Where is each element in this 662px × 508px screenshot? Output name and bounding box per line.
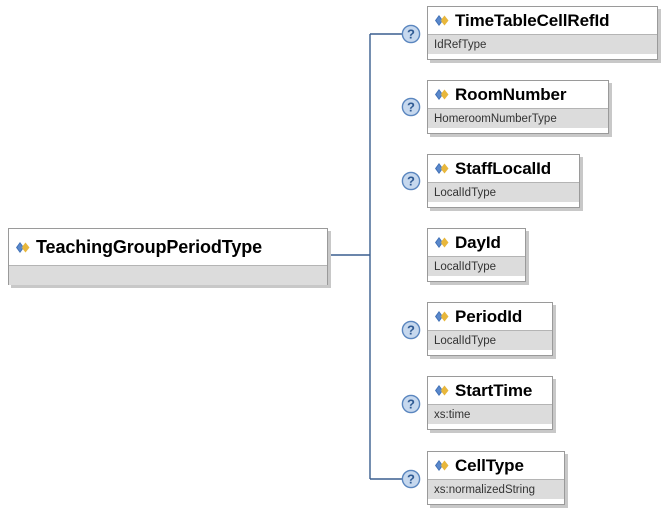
svg-text:?: ? — [407, 472, 415, 487]
child-element-node[interactable]: TimeTableCellRefId IdRefType — [427, 6, 658, 60]
root-element-name: TeachingGroupPeriodType — [36, 236, 263, 257]
root-element-type — [9, 265, 327, 285]
element-diamond-icon — [435, 311, 449, 322]
svg-text:?: ? — [407, 397, 415, 412]
svg-text:?: ? — [407, 100, 415, 115]
child-element-name: StaffLocalId — [455, 158, 552, 178]
child-element-type: xs:normalizedString — [428, 479, 564, 499]
child-element-header: PeriodId — [428, 303, 552, 330]
child-element-type: LocalIdType — [428, 182, 579, 202]
help-question-icon[interactable]: ? — [401, 320, 421, 340]
child-element-name: CellType — [455, 455, 524, 475]
child-element-type: IdRefType — [428, 34, 657, 54]
element-diamond-icon — [435, 385, 449, 396]
element-diamond-icon — [16, 241, 30, 253]
child-element-node[interactable]: StaffLocalId LocalIdType — [427, 154, 580, 208]
element-diamond-icon — [435, 89, 449, 100]
child-element-node[interactable]: StartTime xs:time — [427, 376, 553, 430]
child-element-node[interactable]: CellType xs:normalizedString — [427, 451, 565, 505]
child-element-node[interactable]: DayId LocalIdType — [427, 228, 526, 282]
child-element-header: DayId — [428, 229, 525, 256]
child-element-header: TimeTableCellRefId — [428, 7, 657, 34]
element-diamond-icon — [435, 15, 449, 26]
help-question-icon[interactable]: ? — [401, 97, 421, 117]
child-element-header: StaffLocalId — [428, 155, 579, 182]
element-diamond-icon — [435, 460, 449, 471]
element-diamond-icon — [435, 237, 449, 248]
child-element-name: PeriodId — [455, 306, 523, 326]
child-element-type: xs:time — [428, 404, 552, 424]
root-element-header: TeachingGroupPeriodType — [9, 229, 327, 265]
child-element-name: StartTime — [455, 380, 533, 400]
svg-text:?: ? — [407, 174, 415, 189]
child-element-node[interactable]: RoomNumber HomeroomNumberType — [427, 80, 609, 134]
schema-diagram: TeachingGroupPeriodType ? TimeTableCellR… — [0, 0, 662, 508]
child-element-node[interactable]: PeriodId LocalIdType — [427, 302, 553, 356]
svg-text:?: ? — [407, 27, 415, 42]
child-element-name: TimeTableCellRefId — [455, 10, 610, 30]
root-element-node[interactable]: TeachingGroupPeriodType — [8, 228, 328, 285]
help-question-icon[interactable]: ? — [401, 469, 421, 489]
child-element-header: CellType — [428, 452, 564, 479]
child-element-header: RoomNumber — [428, 81, 608, 108]
child-element-type: LocalIdType — [428, 256, 525, 276]
child-element-type: HomeroomNumberType — [428, 108, 608, 128]
help-question-icon[interactable]: ? — [401, 394, 421, 414]
child-element-type: LocalIdType — [428, 330, 552, 350]
element-diamond-icon — [435, 163, 449, 174]
child-element-header: StartTime — [428, 377, 552, 404]
help-question-icon[interactable]: ? — [401, 24, 421, 44]
svg-text:?: ? — [407, 323, 415, 338]
child-element-name: DayId — [455, 232, 501, 252]
help-question-icon[interactable]: ? — [401, 171, 421, 191]
child-element-name: RoomNumber — [455, 84, 567, 104]
